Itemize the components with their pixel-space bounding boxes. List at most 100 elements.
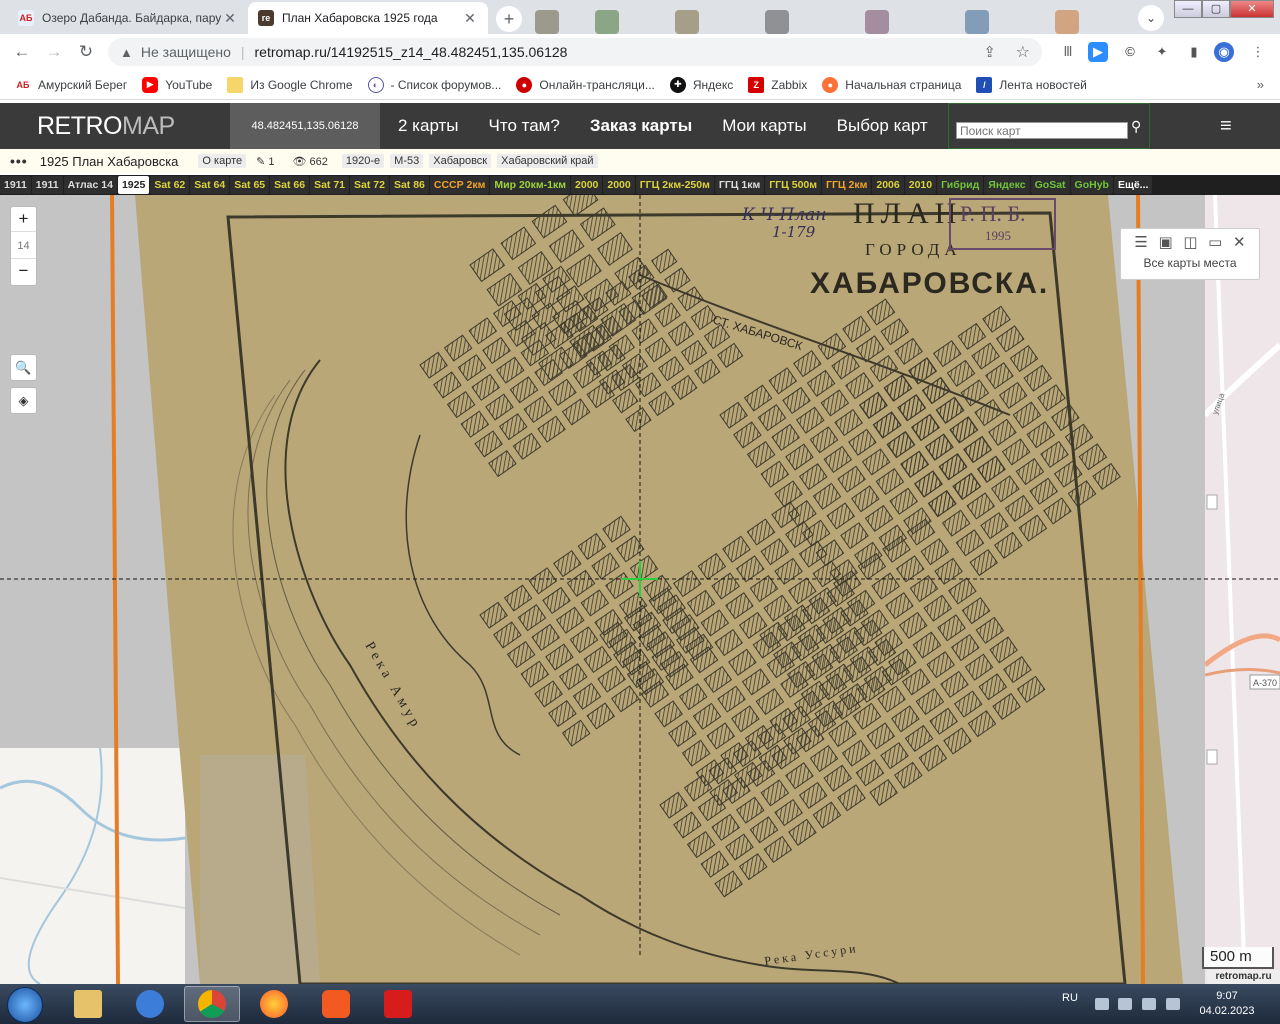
close-tab-icon[interactable]: ✕ (462, 10, 478, 27)
layer-tab[interactable]: Ещё... (1113, 176, 1153, 194)
layer-tab[interactable]: Sat 71 (310, 176, 350, 194)
tray-volume-icon[interactable] (1142, 998, 1156, 1010)
new-tab-button[interactable]: + (496, 6, 522, 32)
bookmark-folder-google[interactable]: Из Google Chrome (227, 76, 353, 93)
url-text[interactable]: retromap.ru/14192515_z14_48.482451,135.0… (255, 44, 568, 60)
taskbar-mail[interactable] (122, 986, 178, 1022)
menu-choose-maps[interactable]: Выбор карт (837, 116, 928, 136)
bookmark-yandex[interactable]: ✚ Яндекс (669, 76, 733, 93)
layer-tab[interactable]: ГГЦ 2км-250м (635, 176, 714, 194)
layer-tab[interactable]: СССР 2км (429, 176, 490, 194)
bookmark-news[interactable]: / Лента новостей (976, 76, 1087, 93)
search-icon[interactable]: ⚲ (1131, 118, 1141, 135)
edit-count[interactable]: ✎ 1 (256, 155, 274, 168)
extensions-puzzle-icon[interactable]: ✦ (1152, 42, 1172, 62)
layer-tab[interactable]: Sat 65 (230, 176, 270, 194)
tag-chip[interactable]: М-53 (390, 154, 424, 168)
zoom-out-button[interactable]: − (11, 259, 36, 283)
layer-tab[interactable]: GoHyb (1070, 176, 1113, 194)
layer-tab[interactable]: Гибрид (937, 176, 984, 194)
layer-tab[interactable]: 2006 (872, 176, 904, 194)
layer-tab[interactable]: ГГЦ 1км (714, 176, 765, 194)
menu-order-map[interactable]: Заказ карты (590, 116, 692, 136)
layer-tab[interactable]: Sat 64 (190, 176, 230, 194)
layer-tab[interactable]: Мир 20км-1км (490, 176, 571, 194)
map-search-icon[interactable]: 🔍 (10, 354, 37, 381)
split-view-icon[interactable]: ◫ (1183, 233, 1197, 251)
security-label[interactable]: Не защищено (141, 44, 231, 60)
start-button[interactable] (7, 987, 43, 1023)
tab-dabanda[interactable]: AБ Озеро Дабанда. Байдарка, пару ✕ (8, 2, 248, 34)
retromap-logo[interactable]: RETROMAP (37, 112, 175, 141)
layer-tab[interactable]: Sat 62 (150, 176, 190, 194)
layer-tab[interactable]: 2010 (904, 176, 937, 194)
layer-tab[interactable]: Sat 66 (270, 176, 310, 194)
chrome-menu-icon[interactable]: ⋮ (1248, 42, 1268, 62)
bookmark-streams[interactable]: ● Онлайн-трансляци... (516, 76, 655, 93)
layer-tab[interactable]: Sat 72 (350, 176, 389, 194)
taskbar-acrobat[interactable] (370, 986, 426, 1022)
attribution-link[interactable]: retromap.ru (1207, 970, 1280, 984)
taskbar-firefox[interactable] (246, 986, 302, 1022)
fullscreen-icon[interactable]: ▭ (1208, 233, 1222, 251)
close-tab-icon[interactable]: ✕ (222, 10, 238, 27)
system-clock[interactable]: 9:07 04.02.2023 (1196, 989, 1258, 1019)
language-indicator[interactable]: RU (1062, 992, 1078, 1004)
image-icon[interactable]: ▣ (1158, 233, 1172, 251)
tag-chip[interactable]: Хабаровский край (497, 154, 598, 168)
layer-tab[interactable]: 2000 (603, 176, 635, 194)
taskbar-explorer[interactable] (60, 986, 116, 1022)
tag-chip[interactable]: Хабаровск (429, 154, 492, 168)
tag-chip[interactable]: 1920-е (341, 154, 385, 168)
minimize-button[interactable]: — (1174, 0, 1202, 18)
menu-two-maps[interactable]: 2 карты (398, 116, 459, 136)
list-icon[interactable]: ☰ (1134, 233, 1147, 251)
zoom-in-button[interactable]: + (11, 207, 36, 231)
side-panel-icon[interactable]: ▮ (1184, 42, 1204, 62)
tab-retromap[interactable]: re План Хабаровска 1925 года ✕ (248, 2, 488, 34)
taskbar-brave[interactable] (308, 986, 364, 1022)
bookmark-star-icon[interactable]: ☆ (1016, 42, 1030, 62)
extension-c-icon[interactable]: © (1120, 42, 1140, 62)
tray-display-icon[interactable] (1095, 998, 1109, 1010)
menu-what-there[interactable]: Что там? (489, 116, 560, 136)
bookmark-start-page[interactable]: ● Начальная страница (822, 76, 961, 93)
bookmark-forums[interactable]: ◐ - Список форумов... (367, 76, 501, 93)
layer-tab[interactable]: GoSat (1030, 176, 1070, 194)
layer-tab[interactable]: Атлас 14 (63, 176, 117, 194)
taskbar-chrome[interactable] (184, 986, 240, 1022)
layer-tab[interactable]: 1925 (117, 176, 150, 194)
layer-tab[interactable]: Яндекс (984, 176, 1030, 194)
zoom-ext-icon[interactable]: ▶ (1088, 42, 1108, 62)
profile-avatar-icon[interactable]: ◉ (1214, 42, 1234, 62)
close-window-button[interactable]: ✕ (1230, 0, 1274, 18)
more-options-icon[interactable]: ••• (10, 153, 28, 169)
tab-search-button[interactable]: ⌄ (1138, 5, 1164, 31)
maximize-button[interactable]: ▢ (1202, 0, 1230, 18)
extension-books-icon[interactable]: Ⅲ (1058, 42, 1078, 62)
tray-network-icon[interactable] (1118, 998, 1132, 1010)
layer-tab[interactable]: ГГЦ 2км (822, 176, 872, 194)
bookmark-youtube[interactable]: ▶ YouTube (142, 76, 212, 93)
reload-button[interactable]: ↻ (76, 42, 96, 62)
layers-icon[interactable]: ◈ (10, 387, 37, 414)
back-button[interactable]: ← (12, 42, 32, 62)
tray-flag-icon[interactable] (1166, 998, 1180, 1010)
hamburger-menu-icon[interactable]: ≡ (1220, 115, 1232, 138)
layer-tab[interactable]: 2000 (571, 176, 603, 194)
map-viewport[interactable]: А-370 улица ПЛАН ГОРОДА ХАБАРОВСКА. Р. П… (0, 195, 1280, 984)
bookmarks-overflow-button[interactable]: » (1257, 77, 1264, 92)
coordinates-display[interactable]: 48.482451,135.06128 (230, 103, 380, 149)
share-icon[interactable]: ⇪ (983, 43, 996, 61)
address-bar[interactable]: ▲ Не защищено | retromap.ru/14192515_z14… (108, 38, 1042, 66)
map-search-input[interactable] (956, 122, 1128, 139)
menu-my-maps[interactable]: Мои карты (722, 116, 806, 136)
layer-tab[interactable]: 1911 (0, 176, 31, 194)
bookmark-zabbix[interactable]: Z Zabbix (748, 76, 807, 93)
forward-button[interactable]: → (44, 42, 64, 62)
layer-tab[interactable]: 1911 (31, 176, 63, 194)
about-map-link[interactable]: О карте (198, 154, 247, 168)
layer-tab[interactable]: ГГЦ 500м (765, 176, 822, 194)
all-maps-link[interactable]: Все карты места (1121, 256, 1259, 270)
bookmark-amur[interactable]: AБ Амурский Берег (15, 76, 127, 93)
